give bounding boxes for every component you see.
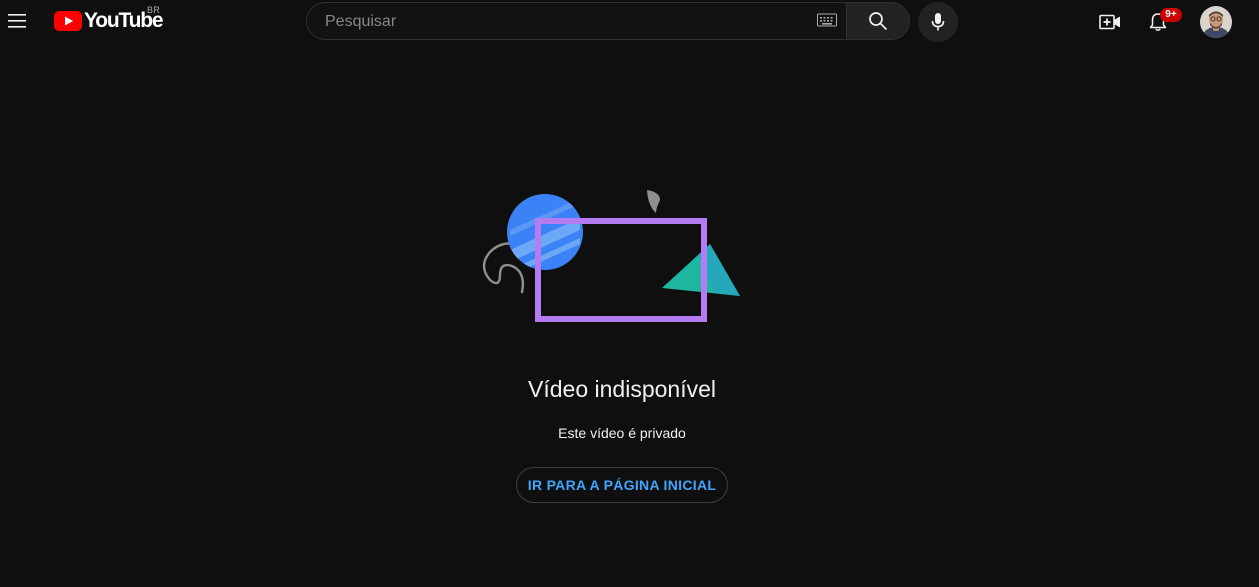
keyboard-icon[interactable]	[817, 13, 837, 27]
menu-button[interactable]	[2, 5, 34, 37]
microphone-icon	[931, 13, 945, 31]
hamburger-menu-icon	[8, 14, 26, 28]
search-input[interactable]	[323, 3, 807, 41]
voice-search-button[interactable]	[918, 2, 958, 42]
unavailable-video-illustration	[482, 190, 740, 322]
user-avatar[interactable]	[1200, 6, 1232, 38]
page-title: Vídeo indisponível	[528, 376, 716, 402]
create-button[interactable]	[1090, 2, 1130, 42]
search-icon	[869, 12, 887, 30]
create-video-icon	[1099, 14, 1120, 30]
top-bar: YouTube BR Pesquisar 9+	[0, 0, 1259, 44]
search-box	[306, 2, 846, 41]
notifications-button[interactable]: 9+	[1138, 2, 1182, 42]
region-code: BR	[147, 5, 161, 15]
go-home-button[interactable]: IR PARA A PÁGINA INICIAL	[516, 467, 728, 503]
leaf-shape	[647, 190, 660, 213]
private-video-message: Este vídeo é privado	[558, 425, 686, 441]
notification-count-badge: 9+	[1160, 8, 1182, 22]
search-button[interactable]	[846, 2, 910, 40]
youtube-play-logo-icon	[54, 11, 82, 31]
avatar-image	[1200, 6, 1232, 38]
